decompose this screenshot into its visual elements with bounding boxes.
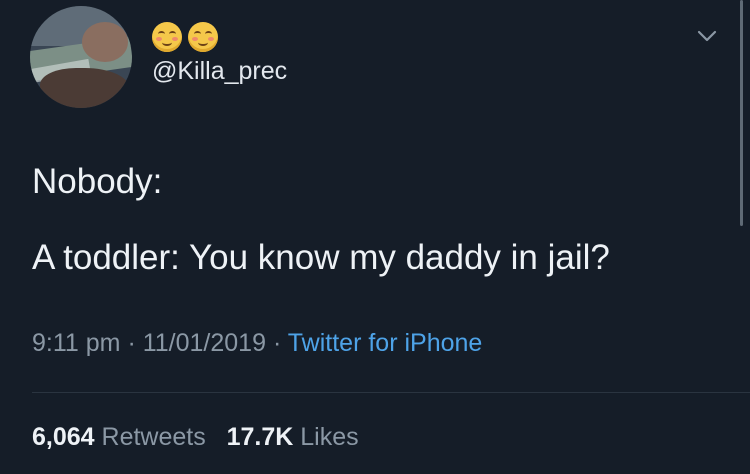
smiling-face-icon [152,22,182,52]
likes-label: Likes [300,423,359,451]
tweet-stats: 6,064 Retweets 17.7K Likes [32,420,359,454]
retweets-stat[interactable]: 6,064 Retweets [32,423,206,451]
tweet-source-link[interactable]: Twitter for iPhone [288,329,483,357]
meta-separator: · [127,329,136,357]
tweet-text-line-1: Nobody: [32,162,163,201]
retweets-count: 6,064 [32,423,95,451]
meta-separator: · [272,329,282,357]
retweets-label: Retweets [101,423,206,451]
likes-stat[interactable]: 17.7K Likes [227,423,359,451]
chevron-down-icon[interactable] [693,26,721,46]
smiling-face-icon [188,22,218,52]
user-handle[interactable]: @Killa_prec [152,56,287,86]
tweet-date[interactable]: 11/01/2019 [143,329,266,357]
tweet-card: @Killa_prec Nobody: A toddler: You know … [0,0,750,474]
likes-count: 17.7K [226,423,294,451]
tweet-time[interactable]: 9:11 pm [32,329,120,357]
tweet-text-line-2: A toddler: You know my daddy in jail? [32,238,610,277]
display-name[interactable] [152,22,218,52]
avatar[interactable] [30,6,132,108]
scrollbar[interactable] [740,0,743,226]
tweet-meta: 9:11 pm · 11/01/2019 · Twitter for iPhon… [32,326,482,360]
divider [32,392,750,393]
